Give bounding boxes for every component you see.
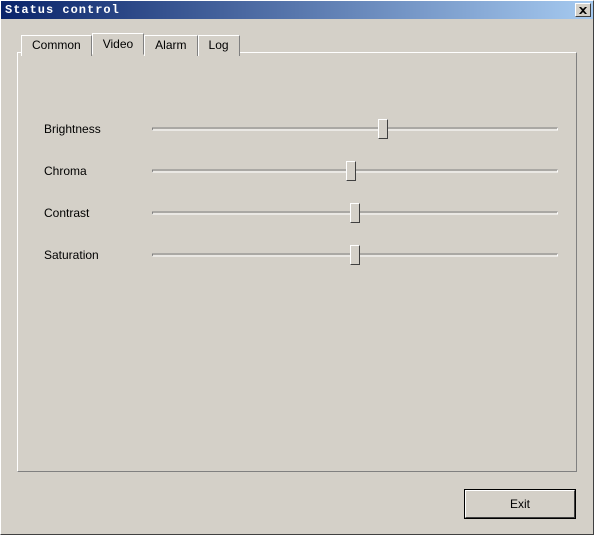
titlebar: Status control <box>1 1 593 19</box>
video-tab-panel: Brightness Chroma Contrast <box>17 52 577 472</box>
saturation-label: Saturation <box>44 248 152 262</box>
exit-button[interactable]: Exit <box>465 490 575 518</box>
status-control-window: Status control Common Video Alarm Log <box>0 0 594 535</box>
chroma-slider[interactable] <box>152 161 558 181</box>
saturation-row: Saturation <box>44 234 558 276</box>
contrast-label: Contrast <box>44 206 152 220</box>
tab-strip: Common Video Alarm Log <box>21 33 240 54</box>
brightness-label: Brightness <box>44 122 152 136</box>
slider-thumb[interactable] <box>378 119 388 139</box>
tab-common[interactable]: Common <box>21 35 92 56</box>
contrast-slider[interactable] <box>152 203 558 223</box>
slider-grid: Brightness Chroma Contrast <box>44 108 558 276</box>
window-title: Status control <box>3 3 575 17</box>
saturation-slider[interactable] <box>152 245 558 265</box>
tab-video[interactable]: Video <box>92 33 144 55</box>
tab-label: Common <box>32 38 81 52</box>
brightness-row: Brightness <box>44 108 558 150</box>
client-area: Common Video Alarm Log Brightness <box>3 21 591 532</box>
tab-log[interactable]: Log <box>198 35 240 56</box>
tab-alarm[interactable]: Alarm <box>144 35 197 56</box>
chroma-label: Chroma <box>44 164 152 178</box>
close-button[interactable] <box>575 3 591 17</box>
tab-label: Video <box>103 37 133 51</box>
slider-thumb[interactable] <box>350 245 360 265</box>
slider-thumb[interactable] <box>346 161 356 181</box>
tab-label: Alarm <box>155 38 186 52</box>
tab-label: Log <box>209 38 229 52</box>
brightness-slider[interactable] <box>152 119 558 139</box>
chroma-row: Chroma <box>44 150 558 192</box>
exit-button-label: Exit <box>510 497 530 511</box>
close-icon <box>579 7 587 14</box>
slider-track <box>152 128 558 131</box>
contrast-row: Contrast <box>44 192 558 234</box>
slider-thumb[interactable] <box>350 203 360 223</box>
